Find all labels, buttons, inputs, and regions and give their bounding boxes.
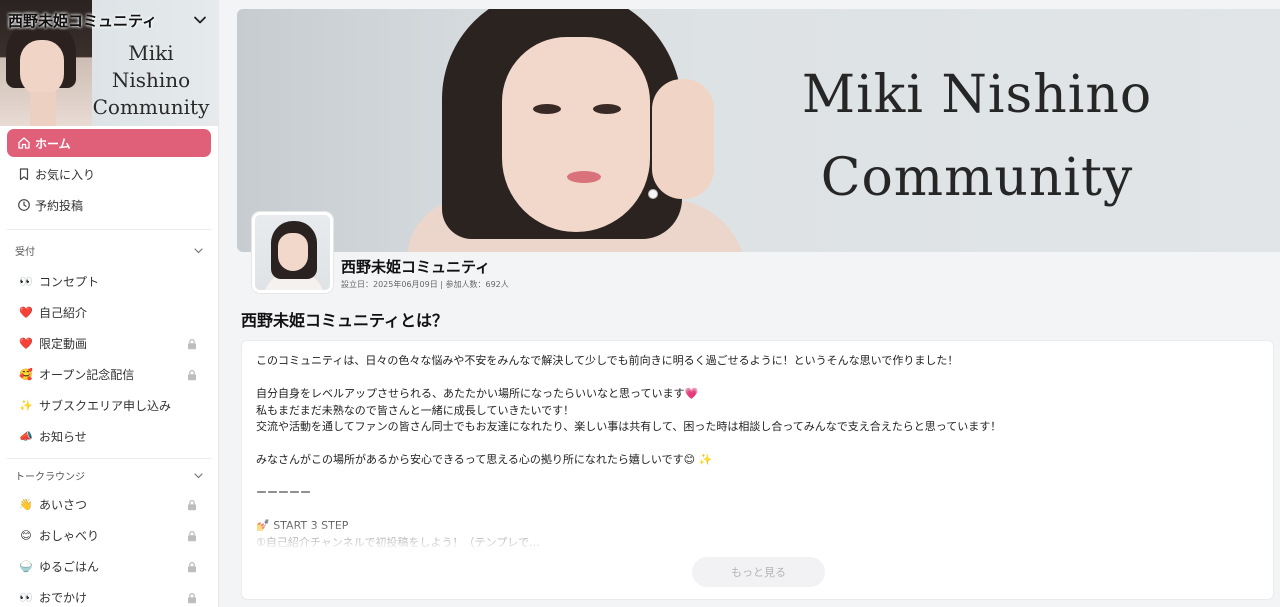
sidebar-divider (7, 229, 211, 230)
lock-icon (188, 592, 196, 603)
channel-label: 自己紹介 (39, 306, 88, 320)
channel-label: サブスクエリア申し込み (39, 399, 172, 413)
sidebar-divider (7, 458, 211, 459)
sidebar-banner-line2: Community (92, 95, 210, 119)
main-nav: ホーム お気に入り 予約投稿 (0, 126, 218, 219)
hero-portrait-lips (567, 171, 601, 183)
lock-icon (188, 530, 196, 541)
community-meta: 設立日：2025年06月09日 | 参加人数：692人 (341, 280, 509, 289)
chevron-down-icon[interactable] (191, 11, 209, 29)
sparkles-icon: ✨ (19, 399, 33, 412)
section-title-reception: 受付 (15, 246, 35, 258)
hero-portrait-face (502, 37, 650, 232)
nav-favorites[interactable]: お気に入り (7, 160, 211, 188)
section-title-talk-lounge: トークラウンジ (15, 471, 85, 483)
eyes-emoji-icon: 👀 (19, 591, 33, 604)
about-title: 西野未姫コミュニティとは？ (241, 311, 449, 330)
channel-list-reception: 👀 コンセプト ❤️ 自己紹介 ❤️ 限定動画 🥰 オープン記念配信 ✨ サブス… (0, 266, 218, 452)
nav-scheduled-label: 予約投稿 (35, 198, 84, 213)
about-fade (242, 511, 1273, 551)
channel-label: ゆるごはん (39, 560, 100, 574)
community-switcher[interactable]: 西野未姫コミュニティ (0, 0, 218, 40)
channel-label: おしゃべり (39, 529, 100, 543)
app-root: Miki Nishino Community 西野未姫コミュニティ ホーム お気… (0, 0, 1280, 607)
sidebar-banner-line1: Miki Nishino (111, 41, 191, 92)
channel-list-talk-lounge: 👋 あいさつ 😊 おしゃべり 🍚 ゆるごはん 👀 おでかけ (0, 489, 218, 607)
channel-label: コンセプト (39, 275, 100, 289)
hero-banner: Miki Nishino Community (237, 9, 1280, 252)
about-card: このコミュニティは、日々の色々な悩みや不安をみんなで解決して少しでも前向きに明る… (241, 340, 1274, 600)
main-content: Miki Nishino Community 西野未姫コミュニティ 設立日：20… (219, 0, 1280, 607)
heart-icon: ❤️ (19, 306, 33, 319)
avatar-face (278, 233, 308, 271)
eyes-emoji-icon: 👀 (19, 275, 33, 288)
hero-portrait-eye (533, 104, 561, 114)
channel-label: お知らせ (39, 430, 87, 444)
hero-portrait-hand (652, 79, 714, 199)
smile-icon: 😊 (20, 529, 32, 542)
nav-home[interactable]: ホーム (7, 129, 211, 157)
clock-icon (17, 198, 31, 212)
bookmark-icon (17, 167, 31, 181)
channel-chat[interactable]: 😊 おしゃべり (0, 520, 218, 551)
waving-hand-icon: 👋 (19, 498, 33, 511)
channel-concept[interactable]: 👀 コンセプト (0, 266, 218, 297)
nav-home-label: ホーム (35, 136, 71, 151)
sidebar: Miki Nishino Community 西野未姫コミュニティ ホーム お気… (0, 0, 219, 607)
section-header-talk-lounge[interactable]: トークラウンジ (0, 465, 218, 485)
community-avatar[interactable] (252, 212, 333, 293)
channel-label: あいさつ (39, 498, 88, 512)
channel-casual-meals[interactable]: 🍚 ゆるごはん (0, 551, 218, 582)
channel-limited-videos[interactable]: ❤️ 限定動画 (0, 328, 218, 359)
hero-portrait-earring (648, 189, 658, 199)
section-header-reception[interactable]: 受付 (0, 240, 218, 260)
hero-portrait-eye (593, 104, 621, 114)
channel-subscription-apply[interactable]: ✨ サブスクエリア申し込み (0, 390, 218, 421)
show-more-button[interactable]: もっと見る (692, 557, 825, 587)
smiling-hearts-icon: 🥰 (19, 368, 33, 381)
hero-text-line1: Miki Nishino (801, 65, 1153, 125)
nav-favorites-label: お気に入り (35, 167, 96, 182)
channel-outings[interactable]: 👀 おでかけ (0, 582, 218, 607)
rice-bowl-icon: 🍚 (19, 560, 33, 573)
chevron-down-icon[interactable] (193, 245, 204, 256)
banner-portrait-neck (30, 92, 56, 126)
banner-portrait-face (20, 40, 64, 96)
channel-greetings[interactable]: 👋 あいさつ (0, 489, 218, 520)
channel-self-intro[interactable]: ❤️ 自己紹介 (0, 297, 218, 328)
community-name: 西野未姫コミュニティ (341, 258, 491, 276)
channel-label: オープン記念配信 (39, 368, 135, 382)
hero-banner-text: Miki Nishino Community (757, 54, 1197, 220)
sidebar-banner-text: Miki Nishino Community (88, 40, 214, 121)
lock-icon (188, 338, 196, 349)
lock-icon (188, 561, 196, 572)
megaphone-icon: 📣 (19, 430, 33, 443)
channel-label: 限定動画 (39, 337, 88, 351)
nav-scheduled[interactable]: 予約投稿 (7, 191, 211, 219)
chevron-down-icon[interactable] (193, 470, 204, 481)
channel-opening-stream[interactable]: 🥰 オープン記念配信 (0, 359, 218, 390)
channel-label: おでかけ (39, 591, 88, 605)
lock-icon (188, 499, 196, 510)
channel-announcements[interactable]: 📣 お知らせ (0, 421, 218, 452)
heart-icon: ❤️ (19, 337, 33, 350)
sidebar-banner: Miki Nishino Community 西野未姫コミュニティ (0, 0, 218, 126)
hero-text-line2: Community (820, 148, 1134, 208)
lock-icon (188, 369, 196, 380)
community-title: 西野未姫コミュニティ (8, 11, 158, 30)
home-icon (17, 136, 31, 150)
